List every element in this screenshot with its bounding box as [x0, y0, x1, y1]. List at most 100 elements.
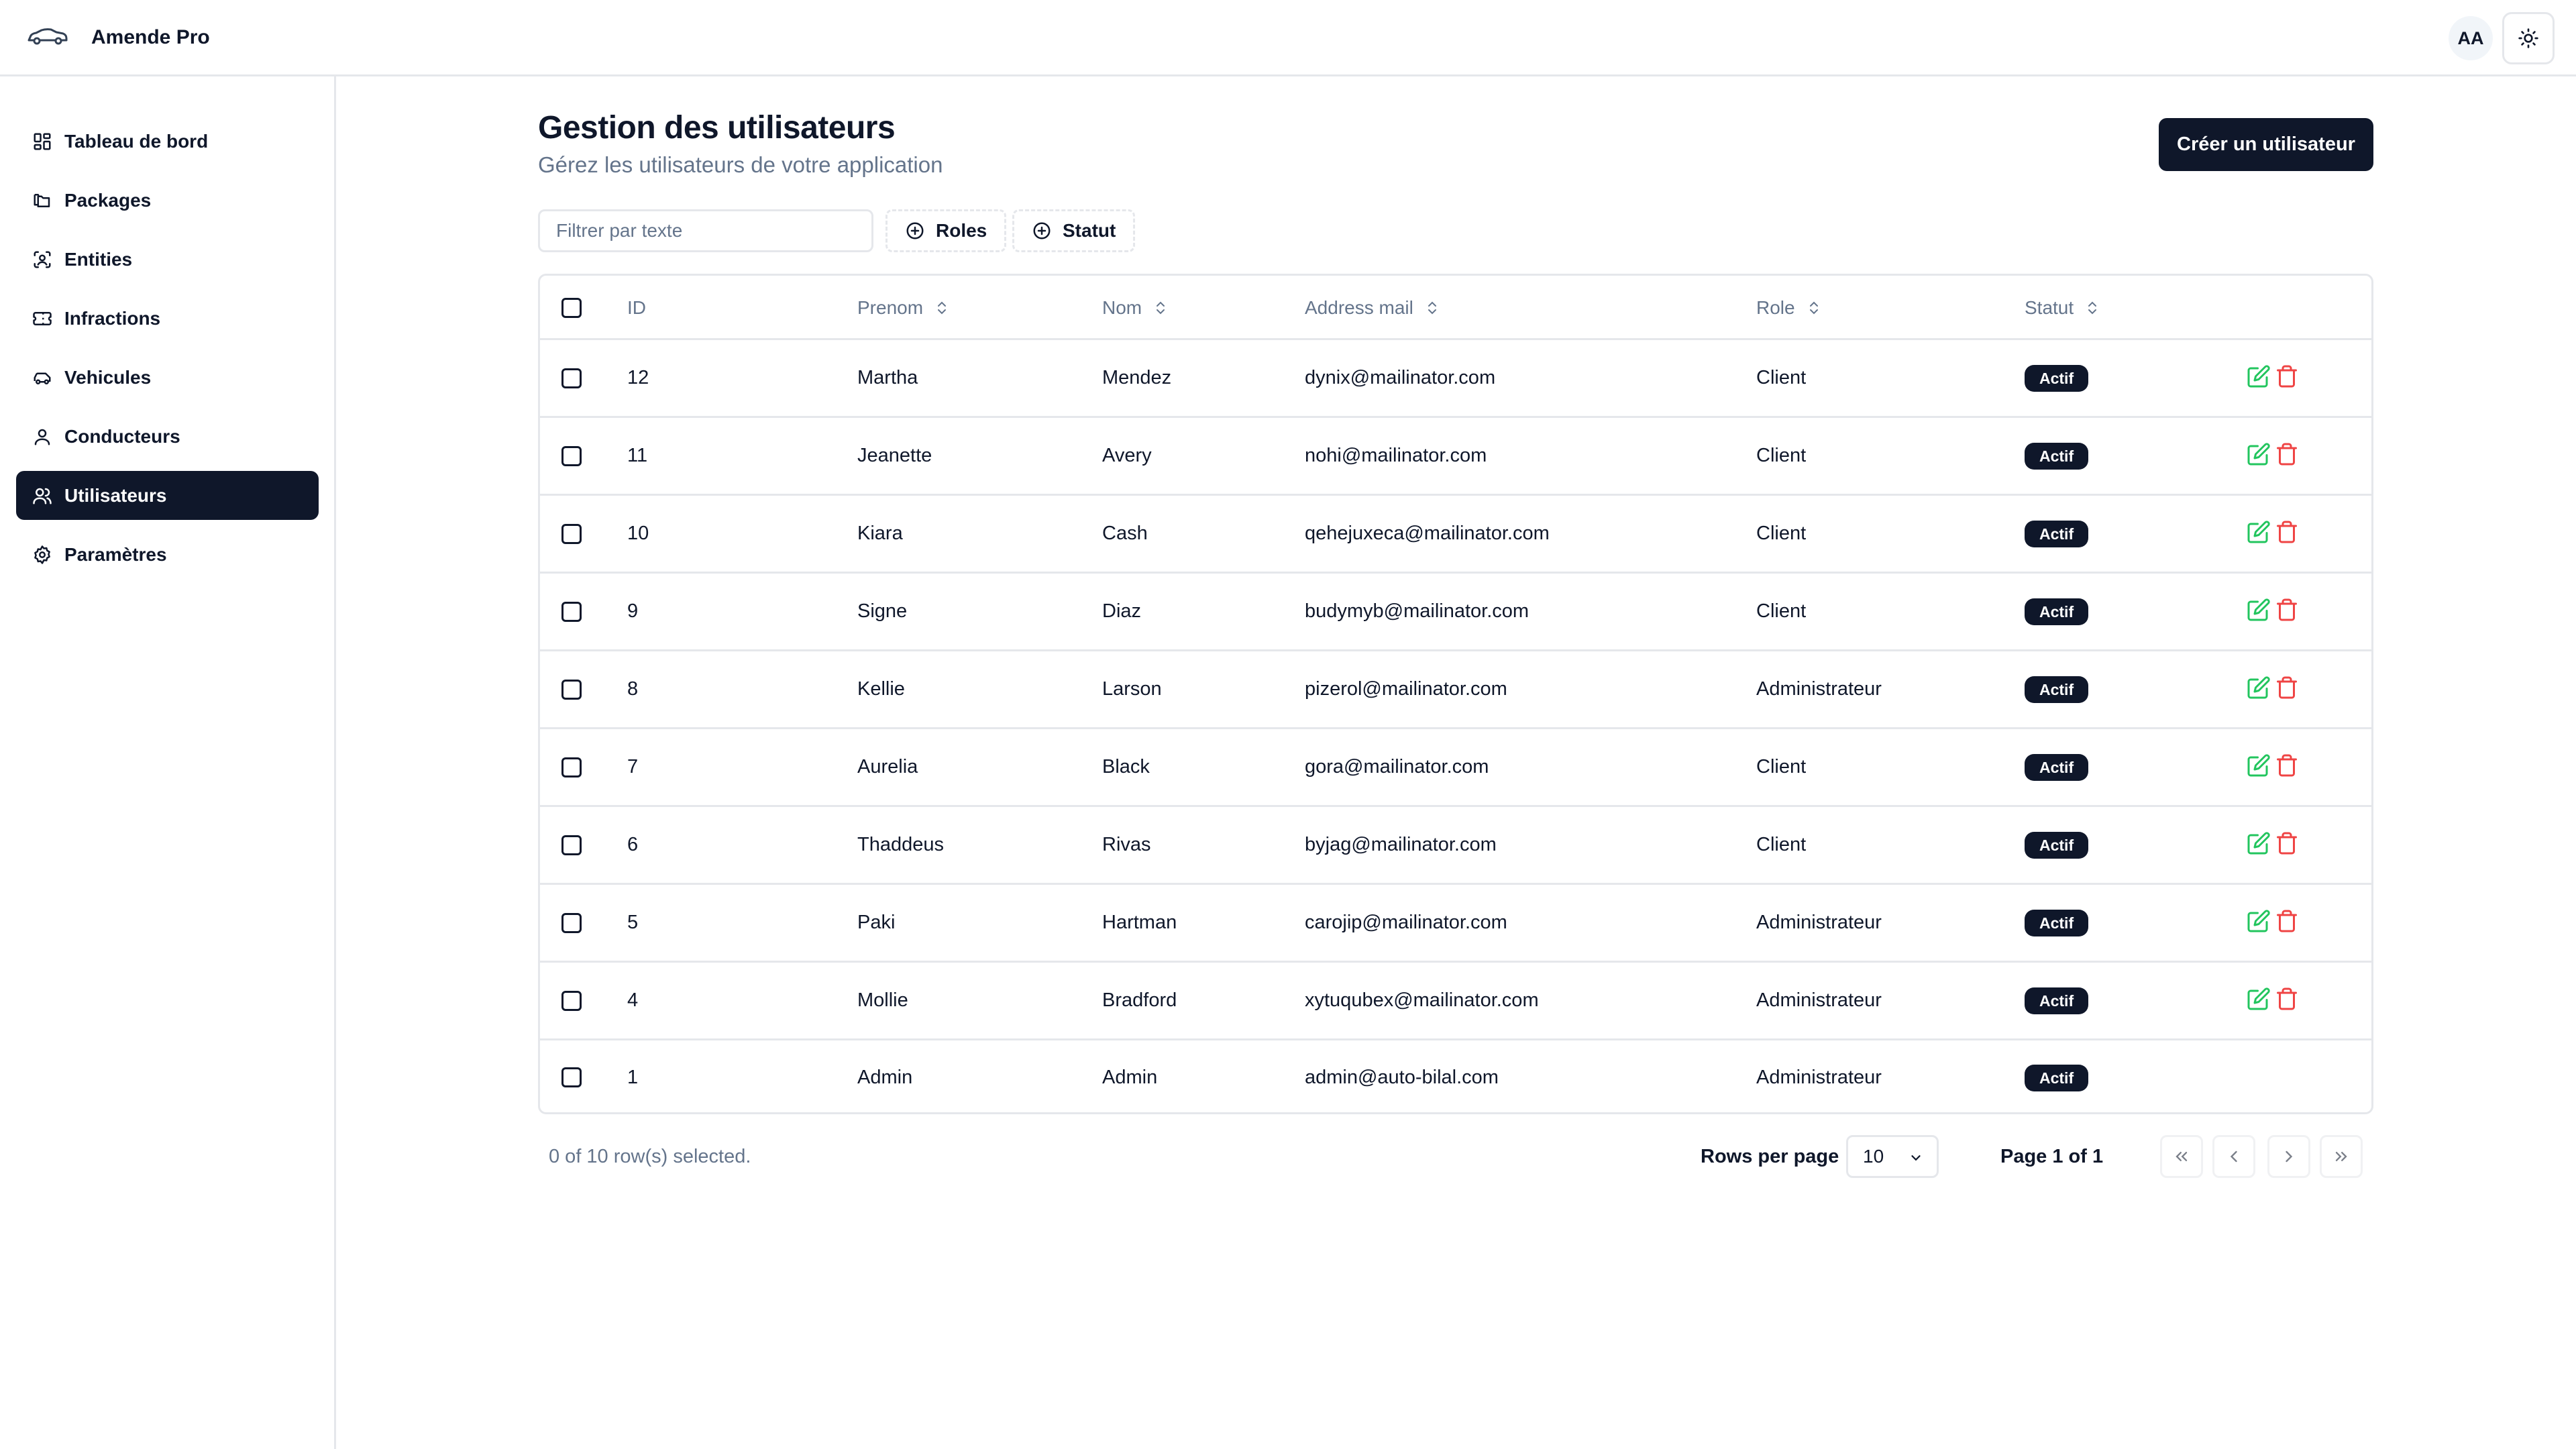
rows-per-page-select[interactable]: 10 [1846, 1135, 1939, 1178]
trash-icon[interactable] [2275, 909, 2299, 933]
trash-icon[interactable] [2275, 831, 2299, 855]
cell-id: 12 [627, 367, 649, 388]
table-row[interactable]: 8 Kellie Larson pizerol@mailinator.com Admin… [540, 651, 2371, 729]
table-row[interactable]: 9 Signe Diaz budymyb@mailinator.com Client Ac… [540, 574, 2371, 651]
previous-page-button[interactable] [2212, 1135, 2255, 1178]
row-select-checkbox[interactable] [561, 446, 582, 466]
first-page-button[interactable] [2160, 1135, 2203, 1178]
rows-per-page-label: Rows per page [1701, 1146, 1839, 1167]
select-all-checkbox[interactable] [561, 298, 582, 318]
theme-toggle-button[interactable] [2502, 12, 2555, 64]
trash-icon[interactable] [2275, 676, 2299, 700]
status-badge: Actif [2025, 909, 2089, 936]
column-header-prenom[interactable]: Prenom [857, 276, 950, 340]
sidebar-item-parametres[interactable]: Paramètres [16, 530, 319, 579]
column-header-nom[interactable]: Nom [1102, 276, 1169, 340]
row-select-checkbox[interactable] [561, 835, 582, 855]
row-select-checkbox[interactable] [561, 368, 582, 388]
cell-id: 5 [627, 912, 639, 933]
cell-id: 11 [627, 445, 648, 466]
sort-icon [1428, 301, 1436, 315]
status-filter-button[interactable]: Statut [1012, 209, 1136, 252]
table-row[interactable]: 7 Aurelia Black gora@mailinator.com Client Ac… [540, 729, 2371, 807]
sidebar-item-conducteurs[interactable]: Conducteurs [16, 412, 319, 461]
edit-icon[interactable] [2247, 442, 2271, 466]
next-page-button[interactable] [2267, 1135, 2310, 1178]
table-row[interactable]: 10 Kiara Cash qehejuxeca@mailinator.com Clie… [540, 496, 2371, 574]
sidebar-item-label: Paramètres [64, 543, 167, 565]
create-user-button[interactable]: Créer un utilisateur [2159, 118, 2373, 171]
cell-role: Client [1756, 367, 1807, 388]
status-badge: Actif [2025, 442, 2089, 470]
trash-icon[interactable] [2275, 364, 2299, 388]
sidebar-item-infractions[interactable]: Infractions [16, 294, 319, 343]
last-page-button[interactable] [2320, 1135, 2363, 1178]
chevron-down-icon [1911, 1155, 1921, 1161]
cell-nom: Diaz [1102, 600, 1142, 622]
page-title: Gestion des utilisateurs [538, 110, 896, 146]
sidebar-item-label: Infractions [64, 307, 161, 329]
cell-id: 10 [627, 523, 649, 544]
row-select-checkbox[interactable] [561, 602, 582, 622]
row-select-checkbox[interactable] [561, 524, 582, 544]
edit-icon[interactable] [2247, 520, 2271, 544]
column-header-role[interactable]: Role [1756, 276, 1822, 340]
cell-email: budymyb@mailinator.com [1305, 600, 1529, 622]
trash-icon[interactable] [2275, 753, 2299, 777]
edit-icon[interactable] [2247, 987, 2271, 1011]
edit-icon[interactable] [2247, 753, 2271, 777]
cell-role: Administrateur [1756, 912, 1882, 933]
table-row[interactable]: 6 Thaddeus Rivas byjag@mailinator.com Client… [540, 807, 2371, 885]
cell-email: qehejuxeca@mailinator.com [1305, 523, 1550, 544]
cell-email: carojip@mailinator.com [1305, 912, 1507, 933]
sidebar-item-label: Vehicules [64, 366, 152, 388]
trash-icon[interactable] [2275, 520, 2299, 544]
trash-icon[interactable] [2275, 442, 2299, 466]
cell-email: gora@mailinator.com [1305, 756, 1489, 777]
row-select-checkbox[interactable] [561, 1067, 582, 1087]
table-row[interactable]: 1 Admin Admin admin@auto-bilal.com Administr… [540, 1040, 2371, 1112]
users-table: ID Prenom Nom Address mail Role Statut 1… [538, 274, 2373, 1114]
cell-nom: Larson [1102, 678, 1162, 700]
row-select-checkbox[interactable] [561, 913, 582, 933]
cell-nom: Rivas [1102, 834, 1151, 855]
row-select-checkbox[interactable] [561, 757, 582, 777]
sidebar-item-vehicules[interactable]: Vehicules [16, 353, 319, 402]
sidebar-item-entities[interactable]: Entities [16, 235, 319, 284]
avatar[interactable]: AA [2449, 16, 2493, 60]
row-select-checkbox[interactable] [561, 680, 582, 700]
page-subtitle: Gérez les utilisateurs de votre applicat… [538, 152, 943, 177]
edit-icon[interactable] [2247, 909, 2271, 933]
column-header-statut[interactable]: Statut [2025, 276, 2100, 340]
roles-filter-button[interactable]: Roles [885, 209, 1007, 252]
cell-statut: Actif [2025, 496, 2089, 572]
sort-icon [938, 301, 947, 315]
app-name: Amende Pro [91, 26, 210, 48]
status-badge: Actif [2025, 753, 2089, 781]
sidebar-item-packages[interactable]: Packages [16, 176, 319, 225]
cell-id: 8 [627, 678, 639, 700]
table-row[interactable]: 12 Martha Mendez dynix@mailinator.com Client… [540, 340, 2371, 418]
trash-icon[interactable] [2275, 598, 2299, 622]
cell-role: Client [1756, 834, 1807, 855]
edit-icon[interactable] [2247, 364, 2271, 388]
column-header-email[interactable]: Address mail [1305, 276, 1440, 340]
filter-text-input[interactable] [538, 209, 873, 252]
sidebar-item-tableau-de-bord[interactable]: Tableau de bord [16, 117, 319, 166]
cell-role: Administrateur [1756, 989, 1882, 1011]
edit-icon[interactable] [2247, 598, 2271, 622]
edit-icon[interactable] [2247, 676, 2271, 700]
row-select-checkbox[interactable] [561, 991, 582, 1011]
sidebar-item-utilisateurs[interactable]: Utilisateurs [16, 471, 319, 520]
rows-per-page-value: 10 [1863, 1146, 1884, 1167]
table-row[interactable]: 5 Paki Hartman carojip@mailinator.com Admini… [540, 885, 2371, 963]
cell-prenom: Aurelia [857, 756, 918, 777]
table-row[interactable]: 11 Jeanette Avery nohi@mailinator.com Client… [540, 418, 2371, 496]
car-icon [32, 368, 52, 388]
cell-prenom: Martha [857, 367, 918, 388]
table-row[interactable]: 4 Mollie Bradford xytuqubex@mailinator.com A… [540, 963, 2371, 1040]
edit-icon[interactable] [2247, 831, 2271, 855]
trash-icon[interactable] [2275, 987, 2299, 1011]
sort-icon [1809, 301, 1818, 315]
status-filter-label: Statut [1063, 220, 1116, 241]
